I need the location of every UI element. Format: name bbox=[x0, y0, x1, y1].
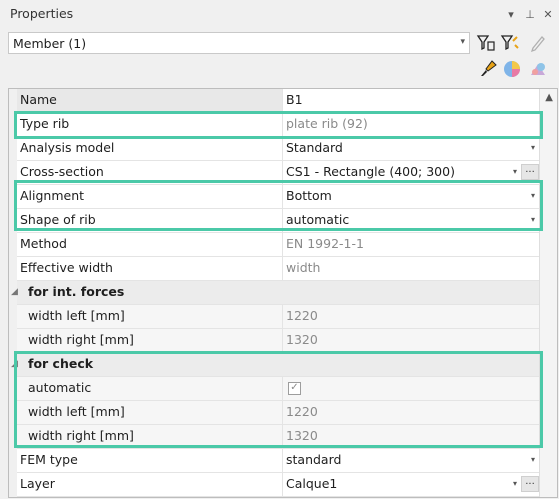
category-row[interactable]: ◢ for check bbox=[11, 353, 541, 377]
column-divider bbox=[282, 377, 283, 400]
chevron-down-icon: ▾ bbox=[460, 37, 465, 47]
property-label: Alignment bbox=[20, 188, 85, 203]
column-divider bbox=[282, 257, 283, 280]
property-value: 1320 bbox=[286, 428, 318, 443]
property-label: Cross-section bbox=[20, 164, 104, 179]
panel-title: Properties bbox=[10, 6, 74, 21]
column-divider bbox=[282, 305, 283, 328]
panel-titlebar: Properties ▾ ⊥ ✕ bbox=[0, 0, 559, 30]
property-label: for int. forces bbox=[28, 284, 125, 299]
column-divider bbox=[282, 185, 283, 208]
property-value: width bbox=[286, 260, 321, 275]
ellipsis-button[interactable]: ... bbox=[521, 164, 539, 180]
column-divider bbox=[282, 329, 283, 352]
column-divider bbox=[282, 209, 283, 232]
collapse-icon[interactable]: ◢ bbox=[11, 359, 18, 369]
column-divider bbox=[282, 137, 283, 160]
property-value: EN 1992-1-1 bbox=[286, 236, 364, 251]
property-row[interactable]: Analysis model Standard ▾ bbox=[17, 137, 541, 161]
value-editor[interactable] bbox=[282, 89, 541, 112]
property-label: Shape of rib bbox=[20, 212, 96, 227]
edit-pencil-icon[interactable] bbox=[528, 33, 548, 53]
property-label: Layer bbox=[20, 476, 55, 491]
column-divider bbox=[282, 89, 283, 112]
property-label: Method bbox=[20, 236, 67, 251]
property-row[interactable]: Alignment Bottom ▾ bbox=[17, 185, 541, 209]
property-row[interactable]: automatic ✓ bbox=[17, 377, 541, 401]
property-label: Name bbox=[20, 92, 57, 107]
chevron-down-icon[interactable]: ▾ bbox=[513, 479, 517, 488]
pin-icon[interactable]: ⊥ bbox=[522, 7, 538, 23]
column-divider bbox=[282, 113, 283, 136]
chevron-down-icon[interactable]: ▾ bbox=[531, 191, 535, 200]
property-row[interactable]: width right [mm] 1320 bbox=[17, 425, 541, 449]
property-row[interactable]: Effective width width bbox=[17, 257, 541, 281]
property-value[interactable]: B1 bbox=[286, 92, 303, 107]
property-label: width right [mm] bbox=[28, 332, 134, 347]
render-icon[interactable] bbox=[528, 59, 548, 79]
dropdown-icon[interactable]: ▾ bbox=[503, 7, 519, 23]
column-divider bbox=[282, 473, 283, 496]
property-label: Analysis model bbox=[20, 140, 115, 155]
property-label: Type rib bbox=[20, 116, 70, 131]
property-label: width left [mm] bbox=[28, 308, 125, 323]
scrollbar[interactable]: ▲ bbox=[539, 89, 557, 497]
property-value[interactable]: Calque1 bbox=[286, 476, 337, 491]
property-label: width right [mm] bbox=[28, 428, 134, 443]
ellipsis-button[interactable]: ... bbox=[521, 476, 539, 492]
property-value: 1320 bbox=[286, 332, 318, 347]
brush-icon[interactable] bbox=[478, 59, 498, 79]
select-filter-icon[interactable] bbox=[476, 33, 496, 53]
property-value[interactable]: standard bbox=[286, 452, 341, 467]
automatic-checkbox[interactable]: ✓ bbox=[288, 382, 301, 395]
property-row[interactable]: Shape of rib automatic ▾ bbox=[17, 209, 541, 233]
property-row[interactable]: width left [mm] 1220 bbox=[17, 305, 541, 329]
property-row[interactable]: Name B1 bbox=[17, 89, 541, 113]
property-value[interactable]: automatic bbox=[286, 212, 349, 227]
close-icon[interactable]: ✕ bbox=[540, 7, 556, 23]
property-row[interactable]: FEM type standard ▾ bbox=[17, 449, 541, 473]
property-value[interactable]: CS1 - Rectangle (400; 300) bbox=[286, 164, 455, 179]
property-value[interactable]: Bottom bbox=[286, 188, 332, 203]
chevron-down-icon[interactable]: ▾ bbox=[513, 167, 517, 176]
selection-value: Member (1) bbox=[13, 36, 87, 51]
category-row[interactable]: ◢ for int. forces bbox=[11, 281, 541, 305]
property-row[interactable]: Method EN 1992-1-1 bbox=[17, 233, 541, 257]
column-divider bbox=[282, 449, 283, 472]
property-value: 1220 bbox=[286, 308, 318, 323]
property-row[interactable]: Cross-section CS1 - Rectangle (400; 300) ▾… bbox=[17, 161, 541, 185]
property-label: for check bbox=[28, 356, 94, 371]
property-row[interactable]: width left [mm] 1220 bbox=[17, 401, 541, 425]
chevron-down-icon[interactable]: ▾ bbox=[531, 143, 535, 152]
chevron-down-icon[interactable]: ▾ bbox=[531, 215, 535, 224]
selection-dropdown[interactable]: Member (1) ▾ bbox=[8, 32, 470, 54]
filter-add-icon[interactable] bbox=[500, 33, 520, 53]
property-label: automatic bbox=[28, 380, 92, 395]
property-row[interactable]: Layer Calque1 ▾... bbox=[17, 473, 541, 497]
column-divider bbox=[282, 425, 283, 448]
property-value: plate rib (92) bbox=[286, 116, 368, 131]
column-divider bbox=[282, 401, 283, 424]
column-divider bbox=[282, 161, 283, 184]
property-grid: Name B1 Type rib plate rib (92) Analysis mod… bbox=[8, 88, 558, 498]
collapse-icon[interactable]: ◢ bbox=[11, 287, 18, 297]
property-label: Effective width bbox=[20, 260, 113, 275]
color-palette-icon[interactable] bbox=[502, 59, 522, 79]
property-value[interactable]: Standard bbox=[286, 140, 343, 155]
chevron-down-icon[interactable]: ▾ bbox=[531, 455, 535, 464]
property-row[interactable]: width right [mm] 1320 bbox=[17, 329, 541, 353]
property-value: 1220 bbox=[286, 404, 318, 419]
scroll-up-icon[interactable]: ▲ bbox=[545, 92, 553, 103]
column-divider bbox=[282, 233, 283, 256]
property-row[interactable]: Type rib plate rib (92) bbox=[17, 113, 541, 137]
property-label: FEM type bbox=[20, 452, 78, 467]
property-label: width left [mm] bbox=[28, 404, 125, 419]
